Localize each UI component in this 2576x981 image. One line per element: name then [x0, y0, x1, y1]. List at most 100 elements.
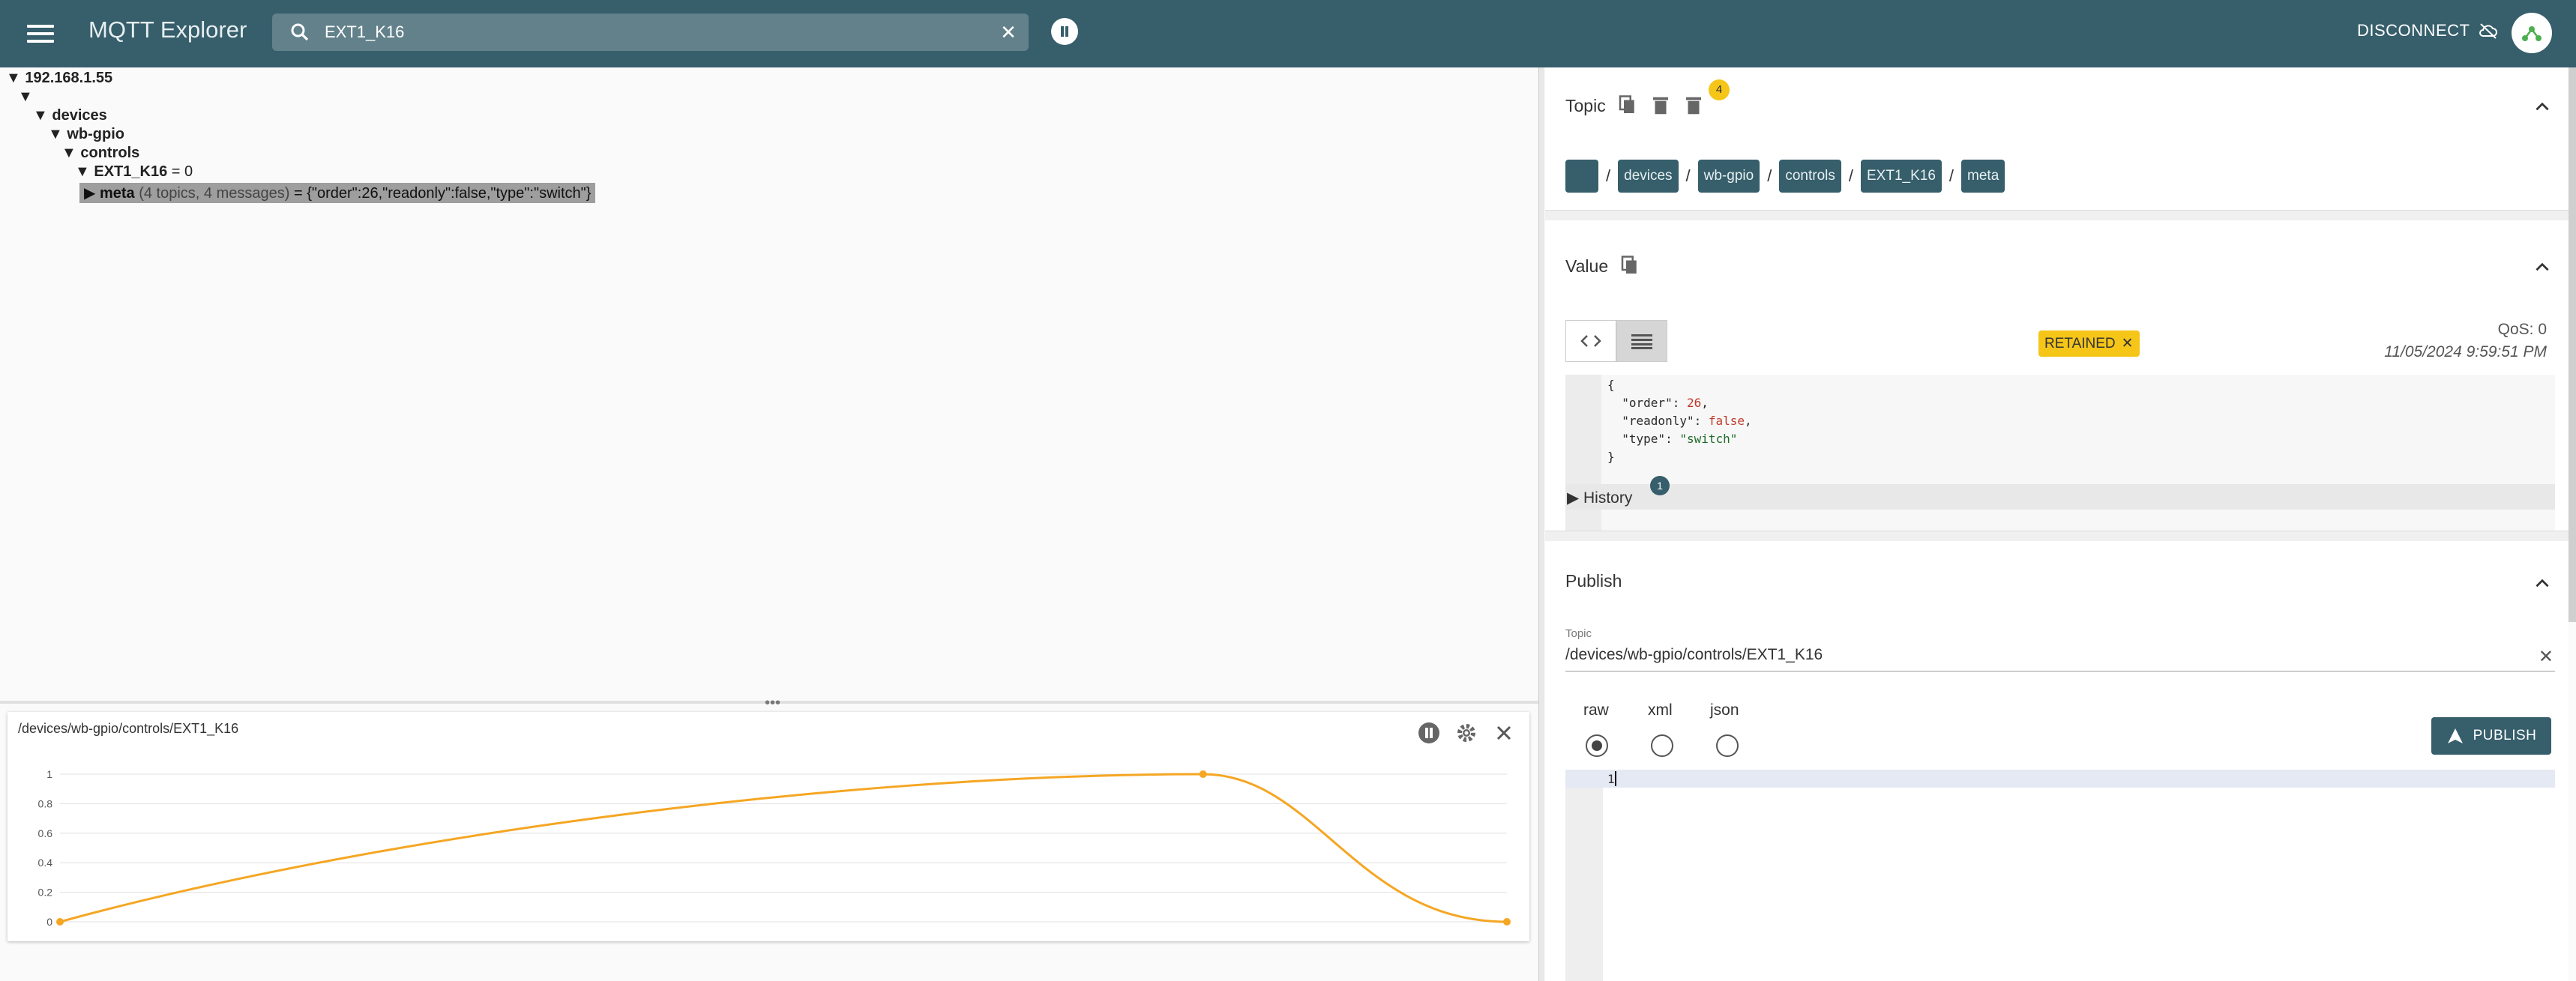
copy-value-icon[interactable] [1619, 255, 1641, 277]
tree-ext-value: = 0 [167, 163, 193, 180]
code-line: } [1607, 450, 1615, 464]
code-view-button[interactable] [1565, 320, 1616, 362]
send-icon [2447, 728, 2463, 743]
app-title: MQTT Explorer [88, 16, 247, 43]
tree-root-label: 192.168.1.55 [25, 70, 113, 86]
format-xml-radio[interactable] [1651, 734, 1673, 757]
tree-node-ext1-k16[interactable]: ▼ EXT1_K16 = 0 [75, 163, 193, 181]
breadcrumb-separator: / [1685, 166, 1691, 185]
details-sidebar: Topic 4 / devices / wb-gpio / controls /… [1545, 67, 2569, 981]
history-count-badge: 1 [1650, 476, 1670, 495]
text-cursor [1615, 771, 1616, 786]
tree-wbgpio-label: wb-gpio [67, 126, 124, 142]
code-gutter [1565, 375, 1601, 538]
value-viewer: { "order": 26, "readonly": false, "type"… [1565, 375, 2555, 538]
breadcrumb-separator: / [1848, 166, 1853, 185]
horizontal-splitter[interactable]: ••• [0, 695, 1538, 711]
payload-editor[interactable]: 1 [1565, 770, 2555, 981]
breadcrumb-root[interactable] [1565, 160, 1598, 193]
code-icon [1580, 335, 1601, 347]
history-toggle[interactable]: ▶ History [1565, 484, 2555, 510]
disconnect-label: DISCONNECT [2357, 21, 2470, 40]
editor-active-line [1565, 770, 2555, 788]
tree-devices-label: devices [52, 107, 107, 124]
format-raw-label: raw [1583, 701, 1609, 719]
clear-search-icon[interactable]: ✕ [997, 21, 1020, 43]
breadcrumb-controls[interactable]: controls [1779, 160, 1841, 193]
retained-badge[interactable]: RETAINED ✕ [2038, 330, 2140, 357]
section-divider [1545, 210, 2569, 220]
search-box[interactable]: ✕ [272, 13, 1029, 51]
disconnect-button[interactable]: DISCONNECT [2357, 21, 2498, 40]
tree-meta-sub: (4 topics, 4 messages) [139, 185, 290, 202]
publish-topic-field[interactable]: ✕ [1565, 643, 2555, 671]
topic-tree: ▼ 192.168.1.55 ▼ ▼ devices ▼ wb-gpio ▼ c… [0, 67, 1538, 697]
tree-ext-label: EXT1_K16 [94, 163, 168, 180]
format-json-radio[interactable] [1716, 734, 1739, 757]
code-line: "readonly": false, [1607, 414, 1752, 428]
collapse-topic-icon[interactable] [2533, 97, 2552, 117]
chart-panel: /devices/wb-gpio/controls/EXT1_K16 0 0.2 0… [7, 712, 1529, 941]
y-tick-label: 1 [46, 768, 52, 780]
qos-label: QoS: 0 [2497, 321, 2547, 338]
copy-icon[interactable] [1616, 94, 1639, 117]
close-icon[interactable]: ✕ [2122, 335, 2134, 352]
collapse-publish-icon[interactable] [2533, 574, 2552, 594]
publish-section-header: Publish [1565, 571, 1622, 591]
format-raw-radio[interactable] [1586, 734, 1608, 757]
breadcrumb-devices[interactable]: devices [1618, 160, 1679, 193]
search-input[interactable] [325, 19, 984, 45]
raw-view-button[interactable] [1616, 320, 1667, 362]
tree-meta-label: meta [99, 185, 135, 202]
topic-title: Topic [1565, 95, 1606, 115]
view-mode-toggle [1565, 320, 1667, 362]
breadcrumb-ext1-k16[interactable]: EXT1_K16 [1861, 160, 1942, 193]
tree-node-devices[interactable]: ▼ devices [33, 107, 107, 124]
scrollbar[interactable] [2569, 67, 2576, 622]
delete-recursive-icon[interactable] [1682, 94, 1705, 117]
publish-label: PUBLISH [2473, 728, 2537, 743]
app-bar: MQTT Explorer ✕ DISCONNECT [0, 0, 2576, 67]
data-point [1503, 918, 1511, 926]
tree-meta-value: = {"order":26,"readonly":false,"type":"s… [289, 185, 592, 202]
publish-topic-input[interactable] [1565, 643, 2510, 664]
menu-icon[interactable] [25, 20, 55, 47]
publish-button[interactable]: PUBLISH [2431, 717, 2551, 755]
breadcrumb-separator: / [1767, 166, 1772, 185]
series-line [59, 773, 1508, 923]
breadcrumb-meta[interactable]: meta [1961, 160, 2005, 193]
delete-icon[interactable] [1649, 94, 1672, 117]
breadcrumb-separator: / [1948, 166, 1954, 185]
line-chart: 0 0.2 0.4 0.6 0.8 1 [38, 768, 1511, 928]
tree-node-empty[interactable]: ▼ [18, 88, 33, 106]
avatar[interactable] [2512, 13, 2552, 53]
y-tick-label: 0.4 [38, 857, 53, 869]
breadcrumb: / devices / wb-gpio / controls / EXT1_K1… [1565, 160, 2005, 193]
drag-handle-icon[interactable]: ••• [765, 695, 780, 712]
clear-topic-icon[interactable]: ✕ [2539, 646, 2554, 668]
y-tick-label: 0.2 [38, 887, 53, 899]
cloud-off-icon [2479, 23, 2498, 39]
editor-gutter [1565, 770, 1603, 981]
editor-line-number: 1 [1607, 772, 1615, 786]
tree-node-controls[interactable]: ▼ controls [61, 145, 139, 162]
publish-title: Publish [1565, 571, 1622, 591]
y-tick-label: 0.6 [38, 827, 53, 839]
value-title: Value [1565, 256, 1609, 276]
data-point [56, 918, 64, 926]
tree-node-meta[interactable]: ▶ meta (4 topics, 4 messages) = {"order"… [79, 183, 596, 203]
pause-icon[interactable] [1051, 18, 1078, 45]
vertical-splitter[interactable] [1538, 67, 1544, 981]
code-line: "type": "switch" [1607, 432, 1738, 446]
breadcrumb-separator: / [1606, 166, 1611, 185]
tree-node-wbgpio[interactable]: ▼ wb-gpio [48, 126, 124, 143]
code-line: { [1607, 378, 1615, 392]
value-section-header: Value [1565, 255, 1641, 277]
delete-count-badge: 4 [1709, 79, 1730, 100]
lines-icon [1631, 334, 1652, 349]
message-timestamp: 11/05/2024 9:59:51 PM [2384, 343, 2547, 360]
collapse-value-icon[interactable] [2533, 258, 2552, 277]
breadcrumb-wbgpio[interactable]: wb-gpio [1697, 160, 1760, 193]
network-icon [2522, 26, 2542, 41]
tree-node-root[interactable]: ▼ 192.168.1.55 [6, 70, 112, 87]
